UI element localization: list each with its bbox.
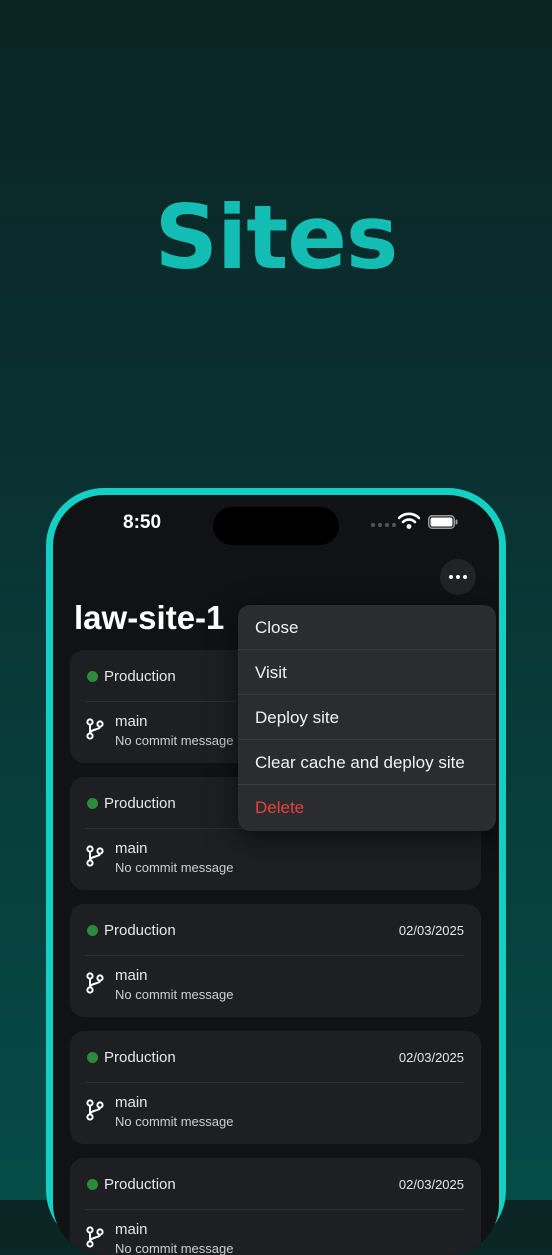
deploy-date: 02/03/2025: [398, 1177, 464, 1192]
environment-label: Production: [104, 922, 176, 939]
branch-name: main: [115, 1221, 148, 1238]
divider: [85, 955, 464, 956]
git-branch-icon: [86, 972, 104, 994]
environment-label: Production: [104, 1176, 176, 1193]
app-screen: 8:50 law-site-1 Production main No commi…: [53, 495, 499, 1255]
deploy-card[interactable]: Production 02/03/2025 main No commit mes…: [70, 1031, 481, 1144]
branch-name: main: [115, 967, 148, 984]
deploy-date: 02/03/2025: [398, 1050, 464, 1065]
more-options-button[interactable]: [440, 559, 476, 595]
git-branch-icon: [86, 1226, 104, 1248]
hero-title: Sites: [154, 186, 399, 289]
environment-label: Production: [104, 668, 176, 685]
commit-message: No commit message: [115, 1241, 234, 1255]
status-dot: [87, 1179, 98, 1190]
cellular-signal-icon: [371, 523, 396, 527]
git-branch-icon: [86, 845, 104, 867]
ellipsis-icon: [449, 575, 453, 579]
deploy-date: 02/03/2025: [398, 923, 464, 938]
deploy-card[interactable]: Production 02/03/2025 main No commit mes…: [70, 1158, 481, 1255]
menu-item-clear-cache-deploy[interactable]: Clear cache and deploy site: [238, 740, 496, 785]
battery-icon: [428, 515, 458, 529]
wifi-icon: [398, 512, 420, 529]
branch-name: main: [115, 840, 148, 857]
status-dot: [87, 671, 98, 682]
menu-item-visit[interactable]: Visit: [238, 650, 496, 695]
git-branch-icon: [86, 1099, 104, 1121]
commit-message: No commit message: [115, 987, 234, 1002]
environment-label: Production: [104, 1049, 176, 1066]
commit-message: No commit message: [115, 733, 234, 748]
phone-frame: 8:50 law-site-1 Production main No commi…: [46, 488, 506, 1255]
status-dot: [87, 1052, 98, 1063]
page-title: law-site-1: [74, 599, 225, 636]
menu-item-deploy-site[interactable]: Deploy site: [238, 695, 496, 740]
deploy-card[interactable]: Production 02/03/2025 main No commit mes…: [70, 904, 481, 1017]
menu-item-close[interactable]: Close: [238, 605, 496, 650]
status-dot: [87, 798, 98, 809]
branch-name: main: [115, 1094, 148, 1111]
commit-message: No commit message: [115, 860, 234, 875]
divider: [85, 1082, 464, 1083]
branch-name: main: [115, 713, 148, 730]
environment-label: Production: [104, 795, 176, 812]
divider: [85, 1209, 464, 1210]
git-branch-icon: [86, 718, 104, 740]
menu-item-delete[interactable]: Delete: [238, 785, 496, 830]
status-dot: [87, 925, 98, 936]
actions-menu: Close Visit Deploy site Clear cache and …: [238, 605, 496, 831]
status-time: 8:50: [123, 512, 162, 533]
dynamic-island: [213, 507, 339, 545]
commit-message: No commit message: [115, 1114, 234, 1129]
